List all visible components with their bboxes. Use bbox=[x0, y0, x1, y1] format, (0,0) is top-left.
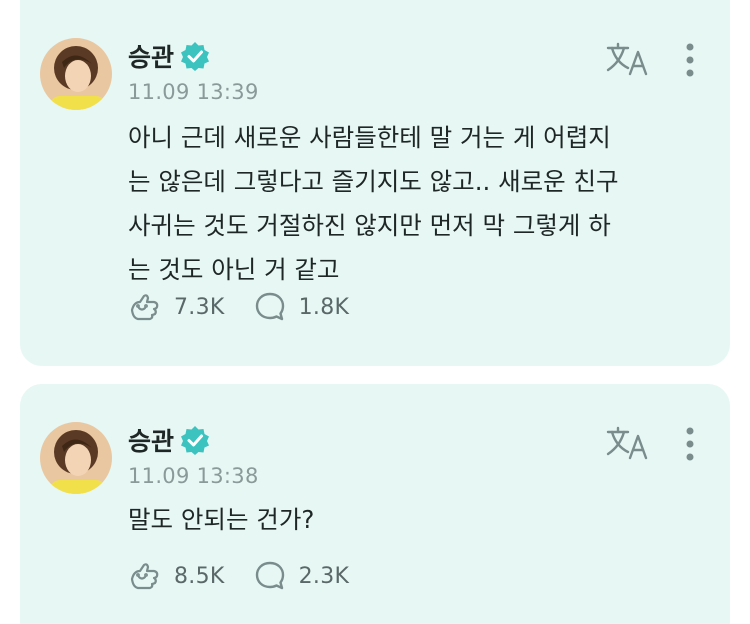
verified-badge-icon bbox=[181, 426, 210, 455]
post-actions: 8.5K 2.3K bbox=[128, 559, 377, 593]
post-timestamp: 11.09 13:38 bbox=[128, 464, 259, 488]
translate-icon[interactable] bbox=[606, 42, 650, 76]
post-card[interactable]: 승관 11.09 13:38 말도 안되는 건가? 8.5K 2.3K bbox=[20, 384, 730, 624]
post-card[interactable]: 승관 11.09 13:39 아니 근데 새로운 사람들한테 말 거는 게 어렵… bbox=[20, 0, 730, 366]
comment-button[interactable]: 1.8K bbox=[253, 290, 350, 324]
author-name[interactable]: 승관 bbox=[128, 422, 174, 458]
post-text: 말도 안되는 건가? bbox=[128, 505, 315, 534]
like-count: 8.5K bbox=[174, 563, 225, 589]
more-vertical-icon[interactable] bbox=[684, 426, 696, 462]
comment-button[interactable]: 2.3K bbox=[253, 559, 350, 593]
comment-bubble-icon bbox=[255, 561, 284, 590]
translate-icon[interactable] bbox=[606, 426, 650, 460]
comment-count: 2.3K bbox=[298, 563, 350, 589]
post-text: 아니 근데 새로운 사람들한테 말 거는 게 어렵지 는 않은데 그렇다고 즐기… bbox=[128, 123, 619, 284]
verified-badge-icon bbox=[181, 42, 210, 71]
comment-bubble-icon bbox=[255, 292, 284, 321]
post-actions: 7.3K 1.8K bbox=[128, 290, 377, 324]
more-vertical-icon[interactable] bbox=[684, 42, 696, 78]
avatar[interactable] bbox=[40, 422, 112, 494]
comment-count: 1.8K bbox=[298, 294, 350, 320]
avatar[interactable] bbox=[40, 38, 112, 110]
paw-like-icon bbox=[130, 563, 159, 590]
like-button[interactable]: 8.5K bbox=[128, 559, 225, 593]
like-count: 7.3K bbox=[174, 294, 225, 320]
like-button[interactable]: 7.3K bbox=[128, 290, 225, 324]
author-name[interactable]: 승관 bbox=[128, 38, 174, 74]
post-timestamp: 11.09 13:39 bbox=[128, 80, 259, 104]
paw-like-icon bbox=[130, 294, 159, 321]
